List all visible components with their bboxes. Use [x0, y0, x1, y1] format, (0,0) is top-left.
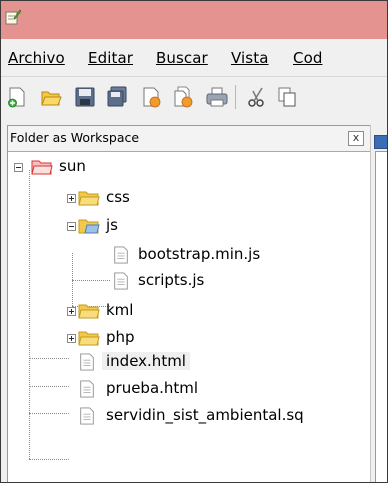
root-folder-icon	[31, 160, 53, 175]
tree-item-label: kml	[106, 301, 134, 319]
tree-connector	[29, 459, 69, 460]
tree-item-label: index.html	[102, 352, 190, 370]
close-all-icon[interactable]	[171, 85, 195, 109]
menu-vista[interactable]: Vista	[231, 49, 269, 67]
expand-toggle-icon[interactable]	[67, 307, 76, 316]
editor-pane	[370, 125, 387, 482]
tree-item-label: servidin_sist_ambiental.sq	[106, 406, 304, 424]
tree-item-sun[interactable]: sun	[8, 154, 370, 182]
tree-item-kml[interactable]: kml	[8, 298, 370, 326]
menu-buscar-label: Buscar	[156, 49, 208, 67]
folder-as-workspace-panel: Folder as Workspace x sun css js bootstr…	[7, 125, 371, 482]
panel-close-button[interactable]: x	[348, 131, 364, 146]
save-all-icon[interactable]	[105, 85, 129, 109]
tree-item-js[interactable]: js	[8, 213, 370, 241]
menu-archivo[interactable]: Archivo	[8, 49, 65, 67]
folder-icon	[78, 304, 100, 319]
tree-item-label: scripts.js	[138, 271, 205, 289]
file-icon	[80, 353, 94, 371]
copy-icon[interactable]	[275, 85, 299, 109]
open-file-icon[interactable]	[39, 85, 63, 109]
tree-item-servidin-sql[interactable]: servidin_sist_ambiental.sq	[8, 403, 370, 431]
print-icon[interactable]	[205, 85, 229, 109]
tree-item-label: css	[106, 188, 130, 206]
tree-item-index-html[interactable]: index.html	[8, 349, 370, 377]
menu-codificacion[interactable]: Cod	[293, 49, 322, 67]
tree-item-label: js	[106, 216, 118, 234]
expand-toggle-icon[interactable]	[67, 194, 76, 203]
menu-codificacion-label: Cod	[293, 49, 323, 67]
app-window: Archivo Editar Buscar Vista Cod Folder a…	[0, 0, 388, 483]
panel-header: Folder as Workspace x	[8, 126, 370, 152]
editor-area[interactable]	[375, 151, 387, 482]
tree-item-scripts-js[interactable]: scripts.js	[8, 268, 370, 296]
file-icon	[80, 407, 94, 425]
expand-toggle-icon[interactable]	[67, 334, 76, 343]
collapse-toggle-icon[interactable]	[67, 222, 76, 231]
file-icon	[80, 380, 94, 398]
menu-vista-label: Vista	[231, 49, 269, 67]
menu-buscar[interactable]: Buscar	[156, 49, 208, 67]
tree-item-label: php	[106, 328, 135, 346]
toolbar-separator	[235, 85, 236, 109]
close-icon: x	[352, 131, 360, 144]
menu-editar[interactable]: Editar	[88, 49, 133, 67]
notepad-app-icon	[5, 9, 21, 25]
tree-item-bootstrap-min-js[interactable]: bootstrap.min.js	[8, 242, 370, 270]
menu-archivo-label: Archivo	[8, 49, 65, 67]
tree-item-label: bootstrap.min.js	[138, 245, 261, 263]
cut-icon[interactable]	[245, 85, 269, 109]
save-icon[interactable]	[73, 85, 97, 109]
file-icon	[114, 272, 128, 290]
file-tree: sun css js bootstrap.min.js scripts.js k…	[8, 152, 370, 482]
document-tab-icon[interactable]	[374, 135, 387, 149]
collapse-toggle-icon[interactable]	[14, 163, 23, 172]
toolbar	[1, 77, 387, 123]
new-file-icon[interactable]	[5, 85, 29, 109]
tree-item-label: sun	[59, 157, 86, 175]
close-file-icon[interactable]	[139, 85, 163, 109]
panel-title: Folder as Workspace	[10, 130, 140, 145]
tree-item-prueba-html[interactable]: prueba.html	[8, 376, 370, 404]
file-icon	[114, 246, 128, 264]
folder-icon	[78, 331, 100, 346]
folder-icon	[78, 191, 100, 206]
title-bar[interactable]	[1, 1, 387, 39]
open-folder-icon	[78, 219, 100, 234]
menu-editar-label: Editar	[88, 49, 134, 67]
menu-bar: Archivo Editar Buscar Vista Cod	[1, 39, 387, 77]
tree-item-css[interactable]: css	[8, 185, 370, 213]
tree-item-label: prueba.html	[106, 379, 199, 397]
